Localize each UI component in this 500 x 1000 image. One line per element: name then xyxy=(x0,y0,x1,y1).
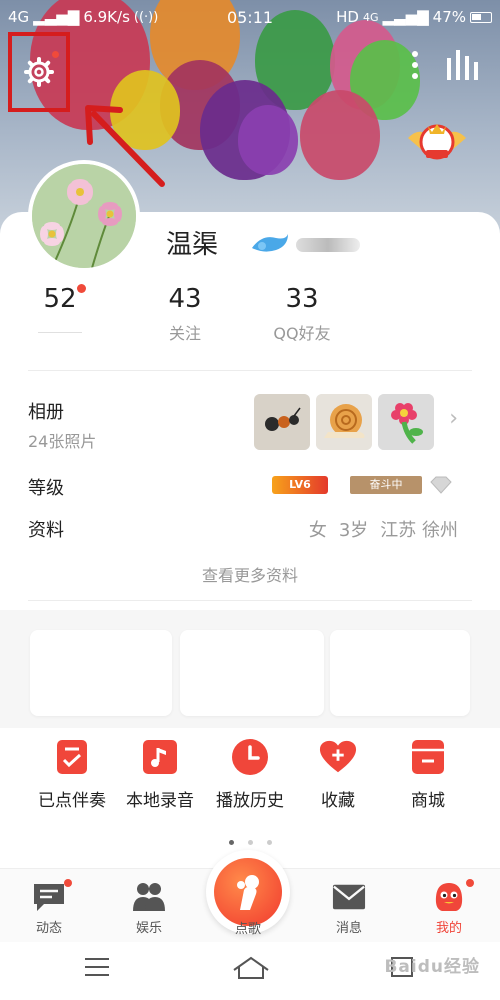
tab-me[interactable]: 我的 xyxy=(414,879,484,936)
shortcut-label: 收藏 xyxy=(321,791,355,811)
avatar[interactable] xyxy=(28,160,140,272)
stat-underline xyxy=(38,332,82,333)
profile-stats: 52 43 关注 33 QQ好友 xyxy=(0,284,500,354)
equalizer-icon[interactable] xyxy=(446,50,478,80)
notification-dot xyxy=(466,879,474,887)
shortcut-store[interactable]: 商城 xyxy=(380,738,476,811)
tab-label: 点歌 xyxy=(234,922,261,937)
shortcut-label: 本地录音 xyxy=(126,791,194,811)
album-thumbnail[interactable] xyxy=(254,394,310,450)
ant-craft-image xyxy=(254,394,310,450)
tab-label: 娱乐 xyxy=(135,921,162,936)
page-dot-active xyxy=(228,840,234,845)
info-values: 女 3岁 江苏 徐州 xyxy=(309,516,458,542)
stat-following[interactable]: 43 关注 xyxy=(150,284,220,344)
header-actions xyxy=(410,50,478,80)
album-row[interactable]: 相册 24张照片 › xyxy=(28,394,472,458)
shortcut-local-recordings[interactable]: 本地录音 xyxy=(112,738,208,811)
settings-notification-dot xyxy=(52,51,59,58)
flower-craft-image xyxy=(378,394,434,450)
view-more-info-link[interactable]: 查看更多资料 xyxy=(0,562,500,586)
status-bar: 4G ▂▃▅▇ 6.9K/s ((·)) 05:11 HD 4G ▂▃▅▇ 47… xyxy=(0,0,500,34)
notification-dot xyxy=(64,879,72,887)
stat-label: QQ好友 xyxy=(273,324,331,343)
album-thumbnail[interactable] xyxy=(378,394,434,450)
gear-icon[interactable] xyxy=(24,57,54,87)
home-icon[interactable] xyxy=(232,956,270,980)
shortcut-label: 已点伴奏 xyxy=(38,791,106,811)
tab-entertainment[interactable]: 娱乐 xyxy=(114,881,184,936)
singer-icon xyxy=(237,875,259,910)
clock-icon xyxy=(232,739,268,775)
shortcut-play-history[interactable]: 播放历史 xyxy=(202,738,298,811)
snail-craft-image xyxy=(316,394,372,450)
level-badge[interactable]: LV6 xyxy=(272,476,328,494)
checklist-icon xyxy=(57,740,87,774)
stat-label: 关注 xyxy=(168,324,201,343)
level-badge-text: LV6 xyxy=(289,478,311,491)
mascot-icon xyxy=(435,883,463,911)
info-row[interactable]: 资料 女 3岁 江苏 徐州 xyxy=(28,516,472,542)
store-icon xyxy=(412,740,444,774)
menu-icon[interactable] xyxy=(84,956,110,978)
stat-qq-friends[interactable]: 33 QQ好友 xyxy=(260,284,344,344)
stat-value: 52 xyxy=(43,284,77,314)
divider xyxy=(28,370,472,371)
blurred-card-right[interactable] xyxy=(330,630,470,716)
rank-badge-text: 奋斗中 xyxy=(369,478,403,491)
tab-label: 消息 xyxy=(335,921,362,936)
balloon xyxy=(300,90,380,180)
diamond-icon[interactable] xyxy=(430,476,452,494)
blurred-badge xyxy=(296,238,360,252)
info-gender: 女 xyxy=(308,520,327,541)
tab-feed[interactable]: 动态 xyxy=(14,879,84,936)
mail-icon xyxy=(332,884,366,910)
message-icon xyxy=(34,884,64,911)
more-vertical-icon[interactable] xyxy=(410,50,420,80)
page-dot xyxy=(266,840,272,845)
shortcut-label: 播放历史 xyxy=(216,791,284,811)
rank-badge[interactable]: 奋斗中 xyxy=(350,476,422,494)
shortcut-label: 商城 xyxy=(411,791,445,811)
heart-plus-icon xyxy=(319,740,357,773)
vip-wing-icon[interactable] xyxy=(250,232,290,256)
page-dot xyxy=(247,840,253,845)
shortcut-grid: 已点伴奏 本地录音 播放历史 收藏 商城 xyxy=(0,738,500,818)
blurred-card-middle[interactable] xyxy=(180,630,324,716)
battery-icon xyxy=(470,11,492,23)
level-row[interactable]: 等级 LV6 奋斗中 xyxy=(28,474,472,500)
shortcut-favorites[interactable]: 收藏 xyxy=(290,738,386,811)
crown-badge-icon[interactable] xyxy=(406,120,468,166)
settings-annotation-box xyxy=(8,32,70,112)
tab-label: 我的 xyxy=(435,921,462,936)
clock: 05:11 xyxy=(226,7,274,27)
username: 温渠 xyxy=(166,230,219,260)
center-button-fill xyxy=(214,858,282,926)
shortcut-requested-tracks[interactable]: 已点伴奏 xyxy=(24,738,120,811)
tab-mail[interactable]: 消息 xyxy=(314,881,384,936)
balloon xyxy=(238,105,298,175)
album-thumbnail[interactable] xyxy=(316,394,372,450)
tab-label: 动态 xyxy=(35,921,62,936)
divider xyxy=(28,600,472,601)
notification-dot xyxy=(77,284,86,293)
chevron-right-icon[interactable]: › xyxy=(449,406,458,431)
people-icon xyxy=(133,883,165,911)
info-location: 江苏 徐州 xyxy=(380,520,458,541)
watermark: Baidu经验 xyxy=(384,957,480,977)
info-age: 3岁 xyxy=(338,520,369,541)
page-indicator xyxy=(0,830,500,849)
blurred-card-left[interactable] xyxy=(30,630,172,716)
stat-value: 33 xyxy=(285,284,319,314)
music-note-icon xyxy=(143,740,177,774)
stat-visitors[interactable]: 52 xyxy=(38,284,86,333)
avatar-flower-image xyxy=(32,164,136,268)
stat-value: 43 xyxy=(168,284,202,314)
